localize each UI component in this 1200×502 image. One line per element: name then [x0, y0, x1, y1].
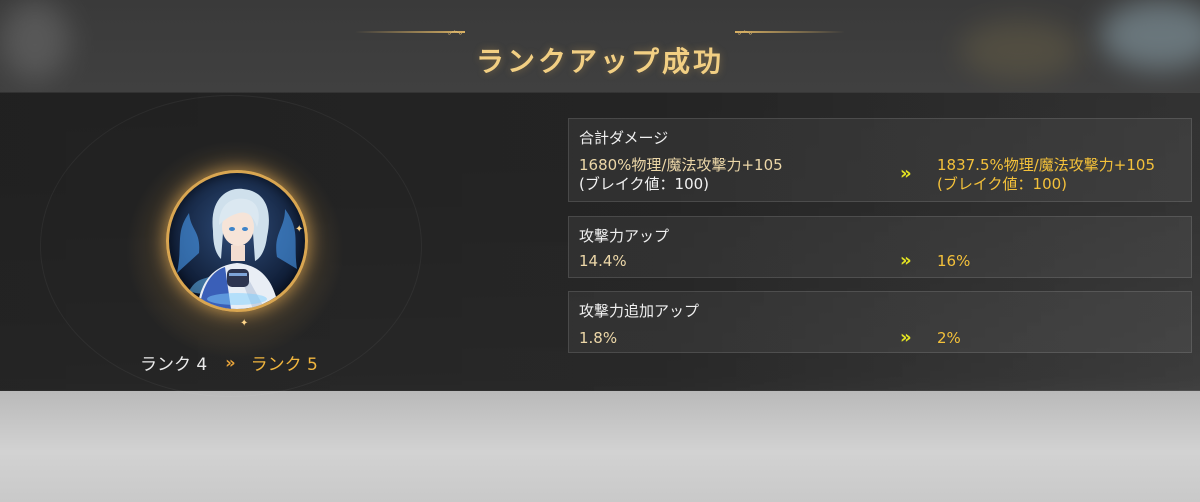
stat-new-value: 2%	[937, 329, 961, 347]
sparkle-icon: ✦	[295, 224, 304, 235]
stat-old-value: 1680%物理/魔法攻撃力+105 (ブレイク値：100)	[579, 156, 783, 194]
title-bar: ランクアップ成功	[0, 30, 1200, 90]
character-portrait	[166, 170, 308, 312]
character-illustration	[177, 188, 297, 309]
stat-old-value: 1.8%	[579, 329, 618, 347]
stat-name: 攻撃力追加アップ	[579, 302, 700, 320]
stat-card-attack-bonus-up: 攻撃力追加アップ 1.8% » 2%	[568, 291, 1192, 353]
double-chevron-right-icon: »	[900, 327, 911, 348]
stat-old-value: 14.4%	[579, 252, 627, 270]
rank-to: ランク 5	[250, 354, 318, 375]
stat-card-total-damage: 合計ダメージ 1680%物理/魔法攻撃力+105 (ブレイク値：100) » 1…	[568, 118, 1192, 202]
stat-card-attack-up: 攻撃力アップ 14.4% » 16%	[568, 216, 1192, 278]
double-chevron-right-icon: »	[900, 250, 911, 271]
rank-from: ランク 4	[140, 354, 208, 375]
double-chevron-right-icon: »	[225, 352, 235, 372]
stat-old-line2: (ブレイク値：100)	[579, 175, 710, 193]
stat-new-line2: (ブレイク値：100)	[937, 175, 1068, 193]
sparkle-icon: ✦	[240, 318, 249, 329]
background-lower	[0, 390, 1200, 502]
stat-name: 合計ダメージ	[579, 129, 669, 147]
stat-old-line1: 1680%物理/魔法攻撃力+105	[579, 156, 783, 174]
stat-new-value: 16%	[937, 252, 971, 270]
title-divider-right	[735, 31, 845, 33]
stat-new-line1: 1837.5%物理/魔法攻撃力+105	[937, 156, 1155, 174]
stat-name: 攻撃力アップ	[579, 227, 670, 245]
page-title: ランクアップ成功	[475, 45, 724, 78]
rank-change: ランク 4 » ランク 5	[140, 349, 360, 375]
double-chevron-right-icon: »	[900, 163, 911, 184]
stat-new-value: 1837.5%物理/魔法攻撃力+105 (ブレイク値：100)	[937, 156, 1155, 194]
